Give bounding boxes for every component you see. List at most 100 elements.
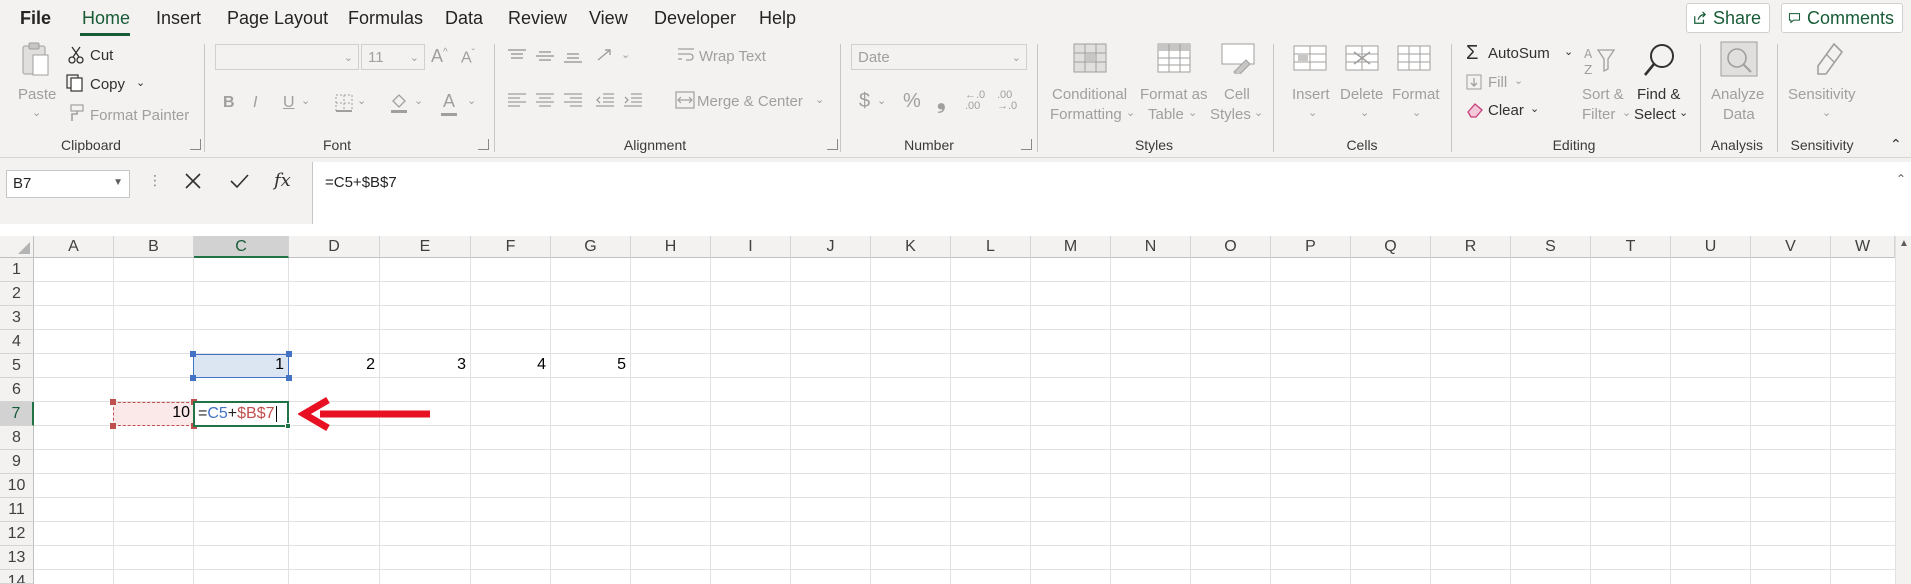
clear-chevron-icon[interactable]: ⌄ (1530, 102, 1539, 115)
tab-review[interactable]: Review (508, 8, 567, 29)
find-select-icon[interactable] (1642, 42, 1678, 78)
scroll-up-icon[interactable]: ▲ (1899, 238, 1909, 249)
decrease-indent-icon[interactable] (595, 92, 615, 108)
column-header-b[interactable]: B (114, 236, 194, 258)
column-header-d[interactable]: D (289, 236, 380, 258)
format-painter-button[interactable]: Format Painter (90, 107, 189, 124)
cell-d5[interactable]: 2 (290, 356, 375, 374)
row-header-1[interactable]: 1 (0, 258, 34, 282)
tab-developer[interactable]: Developer (654, 8, 736, 29)
cut-button[interactable]: Cut (90, 47, 113, 64)
find-select-line1[interactable]: Find & (1637, 86, 1680, 103)
align-left-icon[interactable] (507, 92, 527, 108)
share-button[interactable]: Share (1686, 3, 1770, 33)
cell-g5[interactable]: 5 (552, 356, 626, 374)
percent-button[interactable]: % (903, 90, 921, 113)
decrease-font-icon[interactable]: Aˇ (461, 48, 475, 67)
row-header-5[interactable]: 5 (0, 354, 34, 378)
conditional-formatting-line1[interactable]: Conditional (1052, 86, 1127, 103)
align-top-icon[interactable] (507, 48, 527, 64)
active-cell-c7[interactable]: =C5+$B$7 (193, 401, 291, 429)
find-select-line2[interactable]: Select (1634, 106, 1676, 123)
increase-font-icon[interactable]: A^ (431, 46, 448, 67)
underline-chevron-icon[interactable]: ⌄ (301, 94, 310, 107)
fill-chevron-icon[interactable]: ⌄ (1514, 74, 1523, 87)
cell-e5[interactable]: 3 (381, 356, 466, 374)
font-size-dropdown[interactable]: 11 ⌄ (361, 44, 425, 70)
column-header-s[interactable]: S (1511, 236, 1591, 258)
underline-button[interactable]: U (283, 94, 295, 112)
number-launcher-icon[interactable] (1021, 139, 1032, 150)
cell-f5[interactable]: 4 (472, 356, 546, 374)
column-header-f[interactable]: F (471, 236, 551, 258)
row-header-14[interactable]: 14 (0, 570, 34, 584)
fill-color-icon[interactable] (389, 92, 409, 114)
increase-decimal-icon[interactable]: ←.0.00 (965, 90, 985, 112)
sort-filter-icon[interactable]: AZ (1582, 44, 1616, 78)
select-all-corner[interactable] (0, 236, 34, 258)
column-header-h[interactable]: H (631, 236, 711, 258)
row-header-4[interactable]: 4 (0, 330, 34, 354)
column-header-i[interactable]: I (711, 236, 791, 258)
formula-input-area[interactable]: =C5+$B$7 (312, 162, 1911, 224)
column-header-m[interactable]: M (1031, 236, 1111, 258)
cell-c7-editor[interactable]: =C5+$B$7 (198, 405, 277, 423)
wrap-text-icon[interactable] (677, 46, 695, 64)
column-header-e[interactable]: E (380, 236, 471, 258)
column-header-r[interactable]: R (1431, 236, 1511, 258)
merge-chevron-icon[interactable]: ⌄ (815, 93, 824, 106)
column-header-q[interactable]: Q (1351, 236, 1431, 258)
analyze-data-icon[interactable] (1719, 40, 1759, 78)
scissors-icon[interactable] (68, 46, 84, 64)
reference-handle[interactable] (286, 375, 292, 381)
column-header-c[interactable]: C (194, 236, 289, 258)
autosum-button[interactable]: AutoSum (1488, 45, 1550, 62)
sensitivity-button[interactable]: Sensitivity (1788, 86, 1856, 103)
column-header-n[interactable]: N (1111, 236, 1191, 258)
currency-chevron-icon[interactable]: ⌄ (877, 94, 886, 107)
column-header-u[interactable]: U (1671, 236, 1751, 258)
orientation-chevron-icon[interactable]: ⌄ (621, 48, 630, 61)
align-bottom-icon[interactable] (563, 48, 583, 64)
column-header-k[interactable]: K (871, 236, 951, 258)
fill-down-icon[interactable] (1466, 74, 1482, 90)
bold-button[interactable]: B (223, 94, 235, 112)
column-header-o[interactable]: O (1191, 236, 1271, 258)
name-box[interactable]: B7 ▼ (6, 170, 130, 198)
wrap-text-button[interactable]: Wrap Text (699, 48, 766, 65)
delete-cells-icon[interactable] (1344, 42, 1380, 74)
format-as-table-line1[interactable]: Format as (1140, 86, 1208, 103)
format-as-table-icon[interactable] (1156, 42, 1192, 74)
merge-center-button[interactable]: Merge & Center (697, 93, 803, 110)
tab-insert[interactable]: Insert (156, 8, 201, 29)
column-header-t[interactable]: T (1591, 236, 1671, 258)
sensitivity-icon[interactable] (1812, 40, 1848, 78)
format-cells-icon[interactable] (1396, 42, 1432, 74)
cell-styles-line1[interactable]: Cell (1224, 86, 1250, 103)
insert-button[interactable]: Insert (1292, 86, 1330, 103)
number-format-dropdown[interactable]: Date ⌄ (851, 44, 1027, 70)
fill-button[interactable]: Fill (1488, 74, 1507, 91)
column-header-g[interactable]: G (551, 236, 631, 258)
currency-button[interactable]: $ (859, 90, 870, 113)
increase-indent-icon[interactable] (623, 92, 643, 108)
tab-formulas[interactable]: Formulas (348, 8, 423, 29)
tab-file[interactable]: File (20, 8, 51, 29)
conditional-formatting-icon[interactable] (1072, 42, 1108, 74)
row-header-7[interactable]: 7 (0, 402, 34, 426)
insert-cells-icon[interactable] (1292, 42, 1328, 74)
borders-chevron-icon[interactable]: ⌄ (357, 94, 366, 107)
row-header-9[interactable]: 9 (0, 450, 34, 474)
font-launcher-icon[interactable] (478, 139, 489, 150)
reference-handle[interactable] (190, 375, 196, 381)
comma-button[interactable]: ❟ (937, 88, 946, 114)
row-header-12[interactable]: 12 (0, 522, 34, 546)
comments-button[interactable]: Comments (1781, 3, 1903, 33)
collapse-ribbon-icon[interactable]: ⌃ (1890, 136, 1902, 153)
cell-b7[interactable]: 10 (116, 404, 190, 422)
column-header-p[interactable]: P (1271, 236, 1351, 258)
format-as-table-line2[interactable]: Table (1148, 106, 1184, 123)
sort-filter-line2[interactable]: Filter (1582, 106, 1615, 123)
column-header-w[interactable]: W (1831, 236, 1895, 258)
row-header-3[interactable]: 3 (0, 306, 34, 330)
